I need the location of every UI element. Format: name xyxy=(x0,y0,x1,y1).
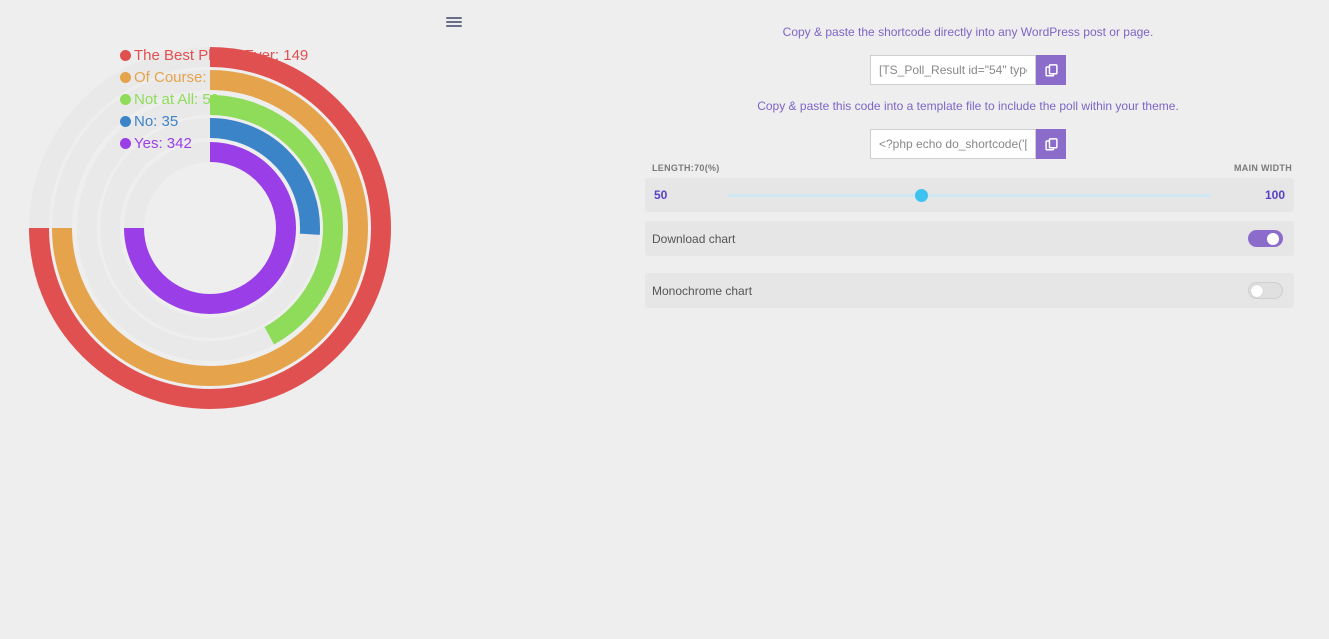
legend-dot xyxy=(120,93,131,105)
monochrome-chart-row: Monochrome chart xyxy=(645,273,1294,308)
legend-label: Yes: 342 xyxy=(134,134,192,152)
download-chart-toggle[interactable] xyxy=(1248,230,1283,247)
legend-dot xyxy=(120,137,131,149)
template-code-row xyxy=(870,129,1066,159)
legend-dot xyxy=(120,49,131,61)
download-chart-row: Download chart xyxy=(645,221,1294,256)
copy-icon xyxy=(1044,63,1058,77)
length-label: LENGTH:70(%) xyxy=(652,163,720,173)
legend-item[interactable]: Yes: 342 xyxy=(120,132,308,154)
toggle-knob xyxy=(1251,284,1263,297)
copy-shortcode-button[interactable] xyxy=(1036,55,1066,85)
legend-item[interactable]: The Best Plugin Ever: 149 xyxy=(120,44,308,66)
legend-label: The Best Plugin Ever: 149 xyxy=(134,46,309,64)
legend-item[interactable]: Of Course: 3 xyxy=(120,66,308,88)
legend-dot xyxy=(120,71,131,83)
monochrome-chart-toggle[interactable] xyxy=(1248,282,1283,299)
shortcode-row xyxy=(870,55,1066,85)
copy-template-code-button[interactable] xyxy=(1036,129,1066,159)
template-code-input[interactable] xyxy=(870,129,1036,159)
legend-label: Of Course: 3 xyxy=(134,68,220,86)
legend-label: No: 35 xyxy=(134,112,179,130)
slider-max-value: 100 xyxy=(1264,188,1285,202)
length-slider[interactable] xyxy=(728,189,1211,202)
copy-icon xyxy=(1044,137,1058,151)
shortcode-input[interactable] xyxy=(870,55,1036,85)
legend-item[interactable]: Not at All: 59 xyxy=(120,88,308,110)
legend-label: Not at All: 59 xyxy=(134,90,220,108)
poll-chart: The Best Plugin Ever: 149 Of Course: 3 Not… xyxy=(0,0,440,440)
download-chart-label: Download chart xyxy=(652,232,736,246)
slider-thumb[interactable] xyxy=(915,189,929,202)
length-slider-row: 50 100 xyxy=(645,178,1294,212)
toggle-knob xyxy=(1267,232,1279,245)
legend-dot xyxy=(120,115,131,127)
hamburger-menu-icon[interactable] xyxy=(446,15,462,29)
monochrome-chart-label: Monochrome chart xyxy=(652,284,753,298)
slider-min-value: 50 xyxy=(654,188,668,202)
legend-item[interactable]: No: 35 xyxy=(120,110,308,132)
chart-legend: The Best Plugin Ever: 149 Of Course: 3 Not… xyxy=(120,44,308,154)
shortcode-hint: Copy & paste the shortcode directly into… xyxy=(782,25,1154,39)
length-header: LENGTH:70(%) MAIN WIDTH xyxy=(652,163,1292,173)
main-width-label: MAIN WIDTH xyxy=(1234,163,1292,173)
template-code-hint: Copy & paste this code into a template f… xyxy=(757,99,1179,113)
